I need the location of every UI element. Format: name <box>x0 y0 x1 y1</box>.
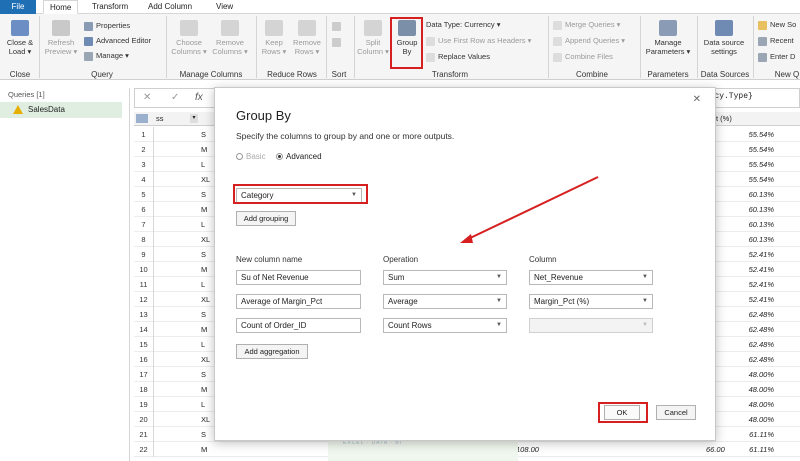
annotation-arrow <box>460 176 599 243</box>
arrow-head <box>460 234 473 243</box>
arrow-line <box>465 176 599 241</box>
